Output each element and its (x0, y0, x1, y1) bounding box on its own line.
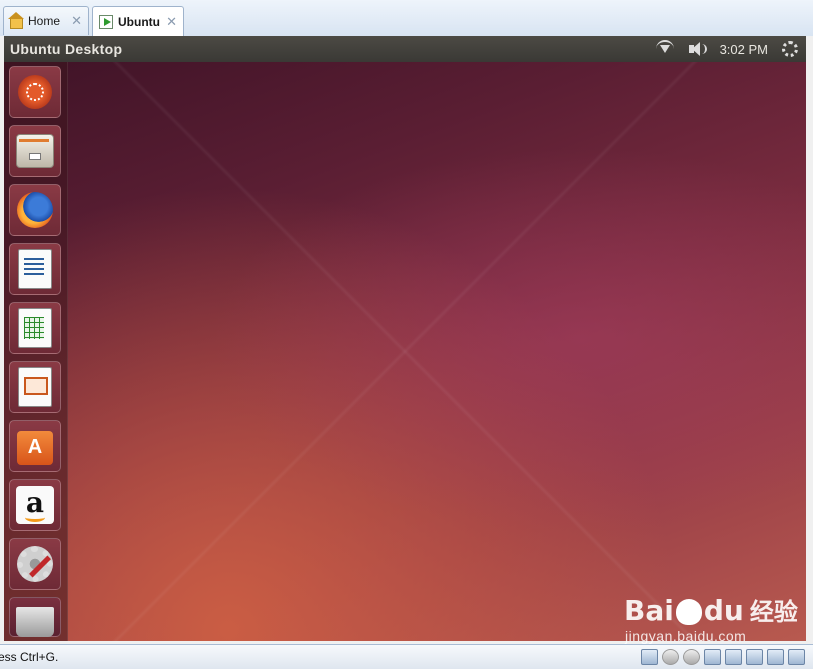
tab-strip: Home ✕ Ubuntu ✕ (0, 0, 813, 37)
trash-icon (16, 607, 54, 637)
close-icon[interactable]: ✕ (166, 14, 177, 30)
file-cabinet-icon (16, 134, 54, 168)
launcher-dash-home[interactable] (9, 66, 61, 118)
launcher-amazon[interactable] (9, 479, 61, 531)
baidu-watermark: Bai du 经验 (624, 592, 798, 627)
message-icon[interactable] (788, 649, 805, 665)
device-icons (641, 649, 805, 665)
desktop-wallpaper[interactable] (4, 62, 806, 641)
cd-icon[interactable] (662, 649, 679, 665)
launcher-trash[interactable] (9, 597, 61, 637)
wifi-icon[interactable] (655, 40, 674, 58)
unity-launcher (4, 62, 68, 641)
status-message: ress Ctrl+G. (0, 650, 59, 664)
paw-icon (675, 599, 702, 625)
launcher-writer[interactable] (9, 243, 61, 295)
calc-spreadsheet-icon (18, 308, 52, 348)
launcher-impress[interactable] (9, 361, 61, 413)
watermark-cn: 经验 (749, 598, 798, 626)
amazon-icon (16, 486, 54, 524)
volume-icon[interactable] (688, 41, 707, 57)
home-icon (8, 12, 24, 29)
sound-icon[interactable] (767, 649, 784, 665)
floppy-icon[interactable] (704, 649, 721, 665)
launcher-software-center[interactable] (9, 420, 61, 472)
close-icon[interactable]: ✕ (71, 13, 82, 29)
watermark-brand-suffix: du (703, 594, 744, 627)
status-bar: ress Ctrl+G. (0, 644, 813, 669)
indicator-tray: 3:02 PM (655, 40, 798, 58)
firefox-icon (17, 192, 53, 228)
launcher-calc[interactable] (9, 302, 61, 354)
wrench-gear-icon (17, 546, 53, 582)
network-icon[interactable] (725, 649, 742, 665)
impress-presentation-icon (18, 367, 52, 407)
ubuntu-logo-icon (18, 75, 52, 109)
watermark-brand: Bai (624, 594, 674, 627)
vm-icon (99, 14, 113, 29)
shopping-bag-icon (17, 431, 53, 465)
tab-ubuntu-label: Ubuntu (118, 14, 160, 29)
hdd-icon[interactable] (641, 649, 658, 665)
cd-icon[interactable] (683, 649, 700, 665)
panel-title: Ubuntu Desktop (10, 41, 123, 57)
tab-home-label: Home (28, 14, 61, 28)
watermark-url: jingyan.baidu.com (625, 628, 747, 644)
ubuntu-top-panel: Ubuntu Desktop 3:02 PM (4, 36, 806, 62)
clock[interactable]: 3:02 PM (720, 42, 768, 57)
printer-icon[interactable] (746, 649, 763, 665)
launcher-files[interactable] (9, 125, 61, 177)
tab-ubuntu[interactable]: Ubuntu ✕ (92, 6, 184, 36)
writer-document-icon (18, 249, 52, 289)
tab-home[interactable]: Home ✕ (3, 6, 89, 35)
launcher-firefox[interactable] (9, 184, 61, 236)
guest-screen[interactable]: Ubuntu Desktop 3:02 PM (4, 36, 806, 641)
launcher-system-settings[interactable] (9, 538, 61, 590)
settings-gear-icon[interactable] (782, 41, 798, 57)
